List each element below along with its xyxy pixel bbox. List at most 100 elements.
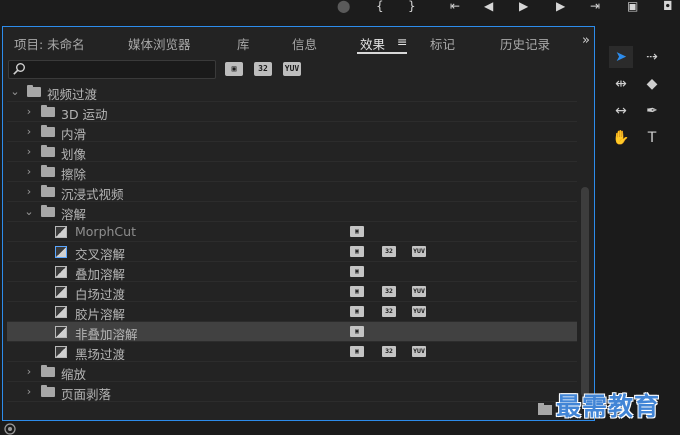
tree-item-label: 胶片溶解	[75, 307, 126, 322]
chevron-down-icon[interactable]: ⌄	[9, 85, 21, 98]
tree-item-label: 溶解	[61, 207, 87, 222]
tree-effect-row[interactable]: 交叉溶解 ▣ 32 YUV	[7, 242, 577, 262]
tree-folder-row[interactable]: › 缩放	[7, 362, 577, 382]
tree-item-label: 视频过渡	[47, 87, 98, 102]
tree-item-label: 黑场过渡	[75, 347, 126, 362]
add-marker-icon[interactable]: ⬤	[337, 0, 350, 14]
search-input[interactable]	[27, 62, 213, 77]
type-tool-icon[interactable]: T	[640, 127, 664, 149]
tree-item-label: 白场过渡	[75, 287, 126, 302]
tab-media-browser[interactable]: 媒体浏览器	[128, 34, 191, 53]
tree-item-label: 交叉溶解	[75, 247, 126, 262]
scrollbar[interactable]	[579, 82, 591, 402]
tree-folder-row[interactable]: › 内滑	[7, 122, 577, 142]
yuv-filter[interactable]: YUV	[283, 62, 301, 76]
status-icon	[4, 423, 16, 435]
tree-effect-row[interactable]: 非叠加溶解 ▣	[7, 322, 577, 342]
pen-tool-icon[interactable]: ✒	[640, 100, 664, 122]
transition-effect-icon	[55, 346, 67, 358]
yuv-badge: YUV	[412, 286, 426, 297]
32bit-color-filter[interactable]: 32	[254, 62, 272, 76]
tab-libraries[interactable]: 库	[237, 34, 250, 53]
chevron-right-icon[interactable]: ›	[23, 165, 35, 178]
32bit-badge: 32	[382, 286, 396, 297]
play-icon[interactable]: ▶	[519, 0, 528, 14]
tree-folder-row[interactable]: › 擦除	[7, 162, 577, 182]
tab-menu-icon[interactable]: ≡	[397, 34, 407, 49]
tabs-overflow-icon[interactable]: »	[582, 33, 590, 48]
mark-in-icon[interactable]: {	[376, 0, 384, 14]
razor-tool-icon[interactable]: ◆	[640, 73, 664, 95]
track-select-tool-icon[interactable]: ⇢	[640, 46, 664, 68]
tree-effect-row[interactable]: 白场过渡 ▣ 32 YUV	[7, 282, 577, 302]
chevron-right-icon[interactable]: ›	[23, 125, 35, 138]
accelerated-badge: ▣	[350, 346, 364, 357]
chevron-right-icon[interactable]: ›	[23, 185, 35, 198]
tree-folder-row[interactable]: › 3D 运动	[7, 102, 577, 122]
accelerated-badge: ▣	[350, 286, 364, 297]
tab-effects[interactable]: 效果	[360, 34, 385, 53]
tree-item-label: 3D 运动	[61, 107, 108, 122]
search-field[interactable]	[8, 60, 216, 79]
tab-history[interactable]: 历史记录	[500, 34, 550, 53]
tree-folder-row[interactable]: › 页面剥落	[7, 382, 577, 402]
tree-item-label: 叠加溶解	[75, 267, 126, 282]
tree-effect-row[interactable]: MorphCut ▣	[7, 222, 577, 242]
chevron-down-icon[interactable]: ⌄	[23, 205, 35, 218]
transition-effect-icon	[55, 326, 67, 338]
tree-effect-row[interactable]: 胶片溶解 ▣ 32 YUV	[7, 302, 577, 322]
tree-item-label: 缩放	[61, 367, 87, 382]
selection-tool-icon[interactable]: ➤	[609, 46, 633, 68]
ripple-edit-tool-icon[interactable]: ⇹	[609, 73, 633, 95]
scrollbar-thumb[interactable]	[581, 187, 589, 397]
folder-icon	[41, 105, 55, 117]
tree-folder-row[interactable]: ⌄ 视频过渡	[7, 82, 577, 102]
new-bin-icon[interactable]	[538, 403, 552, 415]
folder-icon	[41, 145, 55, 157]
folder-icon	[27, 85, 41, 97]
hand-tool-icon[interactable]: ✋	[609, 127, 633, 149]
folder-icon	[41, 205, 55, 217]
accelerated-badge: ▣	[350, 246, 364, 257]
step-back-icon[interactable]: ◀	[484, 0, 493, 14]
step-forward-icon[interactable]: ▶	[556, 0, 565, 14]
tree-item-label: 划像	[61, 147, 87, 162]
yuv-badge: YUV	[412, 246, 426, 257]
32bit-badge: 32	[382, 346, 396, 357]
chevron-right-icon[interactable]: ›	[23, 385, 35, 398]
tab-info[interactable]: 信息	[292, 34, 317, 53]
tab-project[interactable]: 项目: 未命名	[14, 34, 85, 53]
chevron-right-icon[interactable]: ›	[23, 105, 35, 118]
tools-panel: ➤ ⇢ ⇹ ◆ ↔ ✒ ✋ T	[600, 26, 680, 421]
search-icon	[13, 63, 25, 75]
tree-item-label: 沉浸式视频	[61, 187, 124, 202]
folder-icon	[41, 165, 55, 177]
transport-bar: ⬤ { } ⇤ ◀ ▶ ▶ ⇥ ▣ ◘	[0, 0, 680, 20]
accelerated-badge: ▣	[350, 226, 364, 237]
tree-folder-row[interactable]: › 沉浸式视频	[7, 182, 577, 202]
slip-tool-icon[interactable]: ↔	[609, 100, 633, 122]
folder-icon	[41, 185, 55, 197]
folder-icon	[41, 125, 55, 137]
tree-effect-row[interactable]: 叠加溶解 ▣	[7, 262, 577, 282]
tree-item-label: 内滑	[61, 127, 87, 142]
yuv-badge: YUV	[412, 306, 426, 317]
tree-folder-row[interactable]: ⌄ 溶解	[7, 202, 577, 222]
tree-folder-row[interactable]: › 划像	[7, 142, 577, 162]
chevron-right-icon[interactable]: ›	[23, 365, 35, 378]
folder-icon	[41, 385, 55, 397]
camera-icon[interactable]: ◘	[663, 0, 673, 14]
tree-effect-row[interactable]: 黑场过渡 ▣ 32 YUV	[7, 342, 577, 362]
chevron-right-icon[interactable]: ›	[23, 145, 35, 158]
mark-out-icon[interactable]: }	[408, 0, 416, 14]
export-frame-icon[interactable]: ▣	[627, 0, 638, 14]
accelerated-badge: ▣	[350, 266, 364, 277]
active-tab-indicator	[357, 52, 407, 54]
panel-tabs: 项目: 未命名 媒体浏览器 库 信息 效果 ≡ 标记 历史记录 »	[3, 27, 594, 55]
tab-markers[interactable]: 标记	[430, 34, 455, 53]
go-to-in-icon[interactable]: ⇤	[450, 0, 460, 14]
go-to-out-icon[interactable]: ⇥	[590, 0, 600, 14]
watermark-logo: 最需教育	[556, 392, 661, 421]
accelerated-effects-filter[interactable]: ▣	[225, 62, 243, 76]
transition-effect-icon	[55, 306, 67, 318]
